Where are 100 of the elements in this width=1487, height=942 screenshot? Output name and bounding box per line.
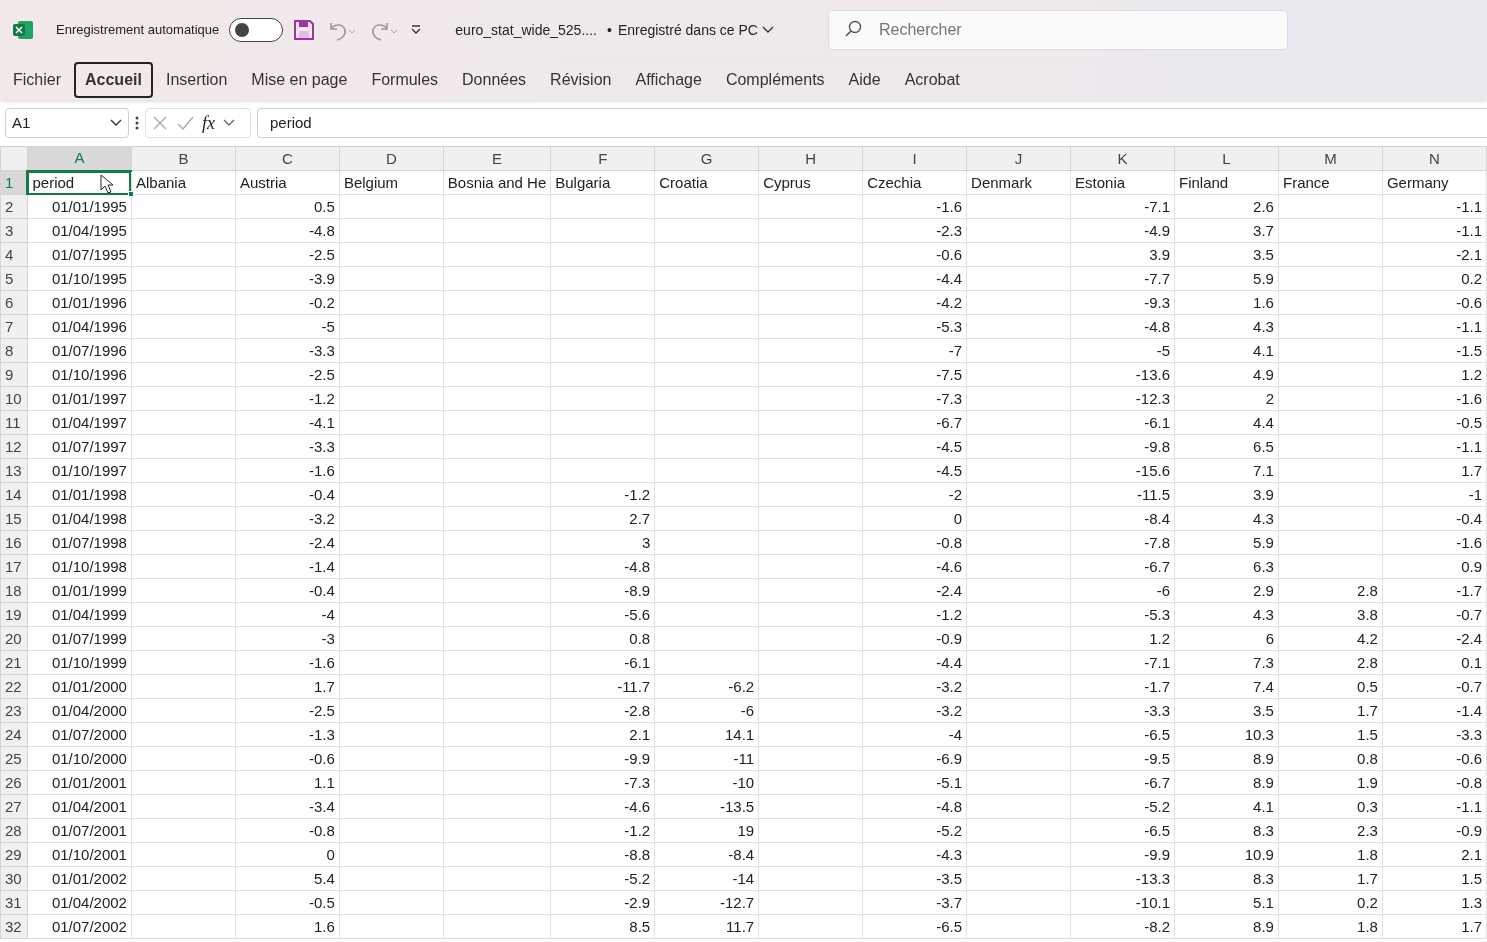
ribbon-tab[interactable]: Compléments bbox=[714, 62, 836, 98]
ribbon-tab[interactable]: Fichier bbox=[2, 62, 72, 98]
ribbon-tab[interactable]: Formules bbox=[360, 62, 450, 98]
table-cell: 2.1 bbox=[629, 725, 651, 743]
column-header[interactable]: B bbox=[131, 146, 236, 171]
table-cell: -7.5 bbox=[936, 365, 963, 383]
column-header[interactable]: F bbox=[550, 146, 655, 171]
save-icon[interactable] bbox=[293, 19, 316, 41]
ribbon-tab[interactable]: Aide bbox=[837, 62, 892, 98]
row-header[interactable]: 23 bbox=[0, 698, 28, 723]
ribbon-tab[interactable]: Mise en page bbox=[240, 62, 359, 98]
table-cell: 1.8 bbox=[1357, 917, 1378, 935]
row-header[interactable]: 22 bbox=[0, 674, 28, 699]
row-header[interactable]: 9 bbox=[0, 362, 28, 387]
table-cell: 8.3 bbox=[1253, 821, 1274, 839]
row-header[interactable]: 27 bbox=[0, 794, 28, 819]
more-options-icon[interactable] bbox=[135, 116, 139, 130]
row-header[interactable]: 8 bbox=[0, 338, 28, 363]
column-header[interactable]: C bbox=[235, 146, 340, 171]
ribbon-tab[interactable]: Accueil bbox=[74, 62, 153, 98]
row-header[interactable]: 6 bbox=[0, 290, 28, 315]
table-cell: -8.8 bbox=[624, 845, 651, 863]
column-header[interactable]: E bbox=[443, 146, 551, 171]
row-header[interactable]: 7 bbox=[0, 314, 28, 339]
row-header[interactable]: 10 bbox=[0, 386, 28, 411]
table-cell: -3.3 bbox=[309, 437, 335, 455]
table-cell: 6.5 bbox=[1253, 437, 1274, 455]
table-cell: -9.9 bbox=[624, 749, 651, 767]
table-cell: -2.4 bbox=[936, 581, 963, 599]
table-cell: -5.6 bbox=[624, 605, 651, 623]
column-header[interactable]: I bbox=[862, 146, 967, 171]
chevron-down-icon[interactable] bbox=[223, 119, 235, 127]
ribbon-tab[interactable]: Acrobat bbox=[893, 62, 971, 98]
row-header[interactable]: 3 bbox=[0, 218, 28, 243]
row-header[interactable]: 21 bbox=[0, 650, 28, 675]
row-header[interactable]: 5 bbox=[0, 266, 28, 291]
table-cell: 4.3 bbox=[1253, 509, 1274, 527]
table-cell: 4.9 bbox=[1253, 365, 1274, 383]
table-cell: -0.4 bbox=[1456, 509, 1482, 527]
ribbon-tab[interactable]: Données bbox=[451, 62, 538, 98]
column-header[interactable]: D bbox=[339, 146, 444, 171]
column-header[interactable]: A bbox=[27, 146, 132, 171]
column-header[interactable]: H bbox=[758, 146, 863, 171]
ribbon-tab[interactable]: Affichage bbox=[624, 62, 713, 98]
table-cell: -3.7 bbox=[936, 893, 963, 911]
row-header[interactable]: 24 bbox=[0, 722, 28, 747]
table-cell: -0.6 bbox=[936, 245, 963, 263]
ribbon-tab[interactable]: Insertion bbox=[154, 62, 239, 98]
excel-logo-icon[interactable] bbox=[12, 20, 34, 40]
table-cell: -4.4 bbox=[936, 269, 963, 287]
row-header[interactable]: 25 bbox=[0, 746, 28, 771]
row-header[interactable]: 17 bbox=[0, 554, 28, 579]
row-header[interactable]: 28 bbox=[0, 818, 28, 843]
save-status[interactable]: Enregistré dans ce PC bbox=[617, 19, 758, 41]
row-header[interactable]: 16 bbox=[0, 530, 28, 555]
row-header[interactable]: 30 bbox=[0, 866, 28, 891]
row-header[interactable]: 29 bbox=[0, 842, 28, 867]
table-cell: 1.5 bbox=[1461, 869, 1482, 887]
table-cell: 1.7 bbox=[1461, 461, 1482, 479]
row-header[interactable]: 14 bbox=[0, 482, 28, 507]
table-cell: -3.3 bbox=[1456, 725, 1482, 743]
row-header[interactable]: 13 bbox=[0, 458, 28, 483]
row-header[interactable]: 32 bbox=[0, 914, 28, 939]
checkmark-icon[interactable] bbox=[176, 115, 194, 131]
row-header[interactable]: 18 bbox=[0, 578, 28, 603]
column-header[interactable]: J bbox=[966, 146, 1071, 171]
column-header[interactable]: K bbox=[1070, 146, 1175, 171]
table-cell: -1.1 bbox=[1456, 437, 1482, 455]
table-cell: 1.1 bbox=[314, 773, 335, 791]
table-cell: -1.6 bbox=[1456, 389, 1482, 407]
row-header[interactable]: 19 bbox=[0, 602, 28, 627]
table-cell: 4.1 bbox=[1253, 341, 1274, 359]
table-cell: -1.2 bbox=[624, 821, 651, 839]
column-header[interactable]: L bbox=[1174, 146, 1279, 171]
column-header[interactable]: M bbox=[1278, 146, 1383, 171]
insert-function-button[interactable]: fx bbox=[202, 109, 215, 137]
table-cell: -5.1 bbox=[936, 773, 963, 791]
row-header[interactable]: 15 bbox=[0, 506, 28, 531]
formula-field[interactable]: period bbox=[257, 108, 1487, 138]
row-header[interactable]: 11 bbox=[0, 410, 28, 435]
column-header[interactable]: G bbox=[654, 146, 759, 171]
row-header[interactable]: 4 bbox=[0, 242, 28, 267]
ribbon-tab[interactable]: Révision bbox=[539, 62, 623, 98]
fill-handle[interactable] bbox=[127, 191, 134, 197]
row-header[interactable]: 26 bbox=[0, 770, 28, 795]
table-cell: -6.2 bbox=[728, 677, 755, 695]
row-header[interactable]: 12 bbox=[0, 434, 28, 459]
table-cell: -14 bbox=[732, 869, 755, 887]
autosave-toggle[interactable] bbox=[229, 18, 284, 42]
table-cell: 3.9 bbox=[1149, 245, 1170, 263]
row-header[interactable]: 20 bbox=[0, 626, 28, 651]
row-header[interactable]: 31 bbox=[0, 890, 28, 915]
table-cell: 2 bbox=[1265, 389, 1274, 407]
row-header[interactable]: 2 bbox=[0, 194, 28, 219]
chevron-down-icon[interactable] bbox=[761, 26, 774, 34]
name-box[interactable]: A1 bbox=[5, 108, 129, 138]
search-field[interactable]: Rechercher bbox=[827, 10, 1288, 50]
table-cell: 1.7 bbox=[1461, 917, 1482, 935]
column-header[interactable]: N bbox=[1382, 146, 1487, 171]
row-header[interactable]: 1 bbox=[0, 170, 28, 195]
